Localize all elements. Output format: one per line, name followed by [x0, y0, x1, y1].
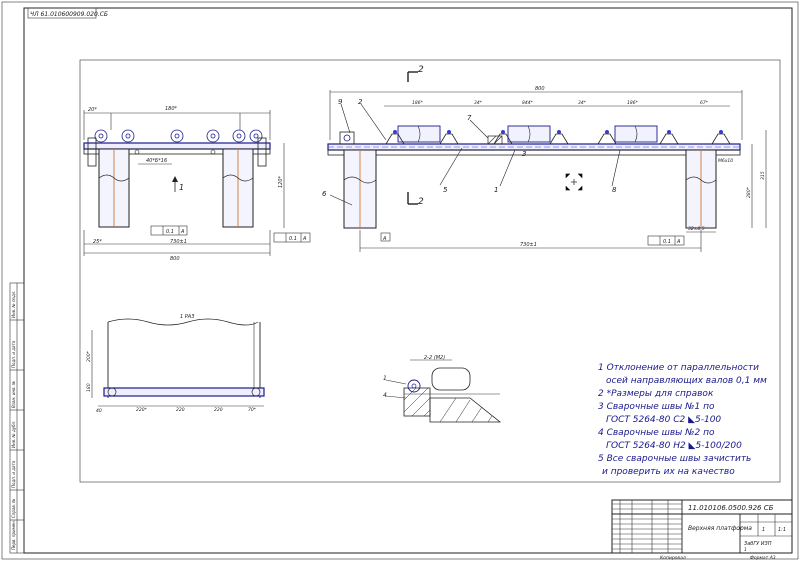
bottom-dim-h1: 200*: [86, 350, 92, 362]
front-callout-6: 6: [322, 190, 327, 198]
note-line-5: 4 Сварочные швы №2 по: [598, 428, 715, 438]
technical-notes: 1 Отклонение от параллельности осей напр…: [598, 363, 767, 477]
front-dim-span: 730±1: [520, 242, 537, 248]
left-datum-b: А: [302, 236, 307, 242]
side-strip: Инв. № подл. Подп. и дата Взам. инв. № И…: [9, 282, 25, 554]
front-callout-2: 7: [467, 114, 472, 122]
left-view: 20* 180* 40*Б*16 25* 730±1 800 120* 0.1 …: [83, 106, 311, 262]
front-view: 800 186* 34* 844* 34* 186* 67* 2 2 730±1…: [322, 65, 767, 252]
front-callout-5: 1: [494, 186, 498, 194]
title-scale: 1:1: [778, 527, 786, 533]
title-block: 11.010106.0500.926 СБ Верхняя платформа …: [611, 499, 793, 561]
left-dim-top-main: 180*: [165, 106, 178, 112]
side-label-0: Инв. № подл.: [11, 290, 16, 318]
bottom-view: 1 РАЗ 220* 220 220 70* 200* 180 40: [86, 314, 265, 414]
left-datum-a: А: [180, 229, 185, 235]
left-tol-b: 0.1: [289, 236, 297, 242]
section-mark-top: 2: [418, 65, 424, 75]
title-org: ЗабГУ ИЗП: [744, 541, 772, 547]
front-callout-0: 9: [338, 98, 343, 106]
title-doc-code: 11.010106.0500.926 СБ: [688, 504, 774, 512]
front-callout-4: 5: [443, 186, 448, 194]
front-dim-h1: 280*: [746, 186, 752, 198]
front-datum-box: А: [382, 236, 387, 242]
note-line-0: 1 Отклонение от параллельности: [598, 363, 759, 373]
stamp-code: ЧЛ 61.010600909.020.СБ: [30, 11, 108, 18]
note-line-1: осей направляющих валов 0,1 мм: [606, 376, 767, 386]
front-dim-6: 67*: [700, 100, 709, 106]
bottom-view-title: 1 РАЗ: [180, 314, 195, 320]
note-line-8: и проверить их на качество: [602, 467, 735, 477]
title-sheets: 1: [744, 547, 747, 553]
title-format: Формат А3: [750, 555, 776, 561]
left-tol-a: 0.1: [166, 229, 174, 235]
front-dim-small: 32±0.5: [688, 226, 705, 232]
title-sheet: 1: [762, 527, 765, 533]
note-line-4: ГОСТ 5264-80 С2 ◣5-100: [606, 415, 721, 425]
note-line-6: ГОСТ 5264-80 Н2 ◣5-100/200: [606, 441, 742, 451]
left-dim-bolt: 40*Б*16: [146, 158, 167, 164]
front-datum: А: [676, 239, 681, 245]
bottom-dim-h3: 40: [96, 408, 102, 414]
drawing-sheet: ЧЛ 61.010600909.020.СБ Инв. № подл. Подп…: [1, 1, 799, 561]
bottom-dim-3: 70*: [248, 407, 257, 413]
note-line-2: 2 *Размеры для справок: [598, 389, 714, 399]
side-label-2: Взам. инв. №: [11, 381, 16, 408]
note-line-7: 5 Все сварочные швы зачистить: [598, 454, 751, 464]
side-label-4: Подп. и дата: [11, 460, 16, 488]
section-mark-bottom: 2: [418, 197, 424, 207]
section-view: 2-2 (М2) 1 4: [383, 355, 502, 423]
bottom-dim-0: 220*: [136, 407, 148, 413]
bottom-dim-1: 220: [176, 407, 185, 413]
left-dim-left-bottom: 25*: [93, 239, 102, 245]
section-callout-0: 1: [383, 375, 387, 382]
left-view-arrow-label: 1: [179, 183, 184, 192]
left-dim-overall: 800: [170, 256, 180, 262]
side-label-1: Подп. и дата: [11, 340, 16, 368]
bottom-dim-2: 220: [214, 407, 223, 413]
section-callout-1: 4: [383, 392, 387, 399]
side-label-3: Инв. № дубл.: [11, 421, 16, 448]
left-dim-span: 730±1: [170, 239, 187, 245]
left-dim-top-small: 20*: [88, 107, 97, 113]
side-label-6: Перв. примен.: [11, 520, 16, 550]
title-name: Верхняя платформа: [688, 525, 752, 532]
left-dim-right-height: 120*: [278, 175, 284, 188]
side-label-5: Справ. №: [11, 499, 16, 518]
bottom-dim-h2: 180: [86, 383, 92, 392]
front-dim-overall: 800: [535, 86, 545, 92]
front-dim-h3: M6х10: [718, 158, 733, 164]
front-tol: 0.1: [663, 239, 671, 245]
front-dim-4: 34*: [578, 100, 587, 106]
note-line-3: 3 Сварочные швы №1 по: [598, 402, 715, 412]
front-dim-1: 186*: [412, 100, 424, 106]
front-dim-h2: 315: [760, 171, 766, 180]
front-callout-7: 8: [612, 186, 617, 194]
front-callout-1: 2: [358, 98, 363, 106]
front-dim-2: 34*: [474, 100, 483, 106]
title-copied: Копировал: [660, 555, 686, 561]
front-dim-3: 844*: [522, 100, 534, 106]
front-callout-3: 3: [522, 150, 526, 158]
front-dim-5: 186*: [627, 100, 639, 106]
